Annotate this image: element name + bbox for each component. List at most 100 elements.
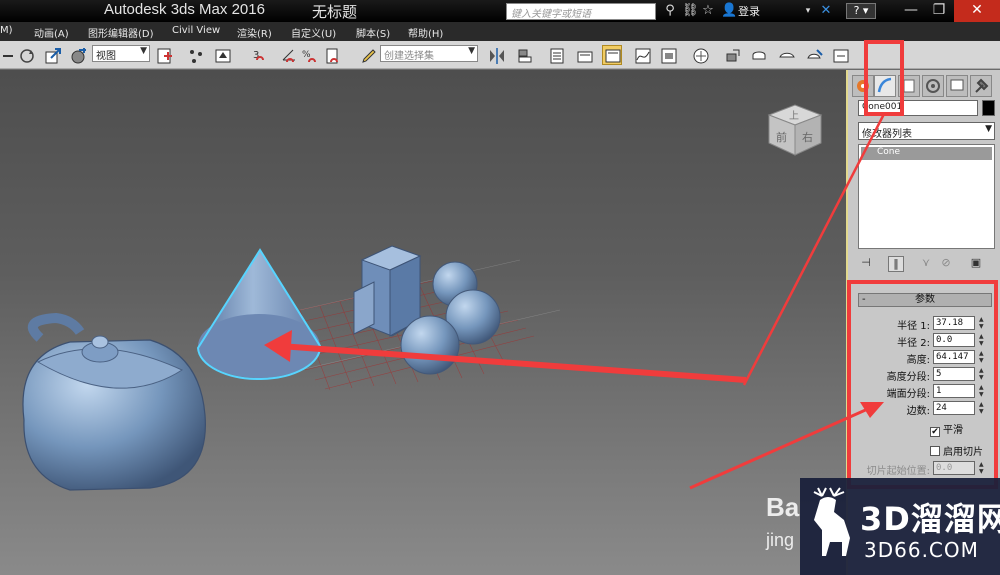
motion-tab[interactable]: [922, 75, 944, 97]
height-spinner[interactable]: ▲ ▼: [979, 350, 987, 364]
stack-item-cone[interactable]: Cone: [861, 147, 992, 160]
sides-field[interactable]: 24: [933, 401, 975, 415]
height-segments-row: 高度分段: 5 ▲ ▼: [854, 367, 994, 383]
exchange-icon[interactable]: ✕: [818, 3, 834, 19]
object-name-field[interactable]: Cone001: [858, 100, 978, 116]
select-manipulate-icon[interactable]: [185, 45, 205, 65]
perspective-viewport[interactable]: 上 前 右: [0, 70, 846, 575]
rotate-icon[interactable]: [16, 45, 36, 65]
angle-snap-icon[interactable]: [278, 45, 298, 65]
radius1-spinner[interactable]: ▲ ▼: [979, 316, 987, 330]
named-selection-set-dropdown[interactable]: 创建选择集 ▼: [380, 45, 478, 62]
object-color-swatch[interactable]: [982, 100, 995, 116]
smooth-check-box[interactable]: ✔: [930, 427, 940, 437]
teapot-object[interactable]: [22, 312, 206, 491]
view-coordinate-dropdown[interactable]: 视图 ▼: [92, 45, 150, 62]
search-input[interactable]: 键入关键字或短语: [506, 3, 656, 20]
utilities-tab[interactable]: [970, 75, 992, 97]
title-bar: Autodesk 3ds Max 2016 无标题 键入关键字或短语 ⚲ ⛓ ☆…: [0, 0, 1000, 22]
remove-modifier-icon[interactable]: ⊘: [938, 256, 954, 272]
menu-item-rendering[interactable]: 渲染(R): [237, 25, 272, 40]
render-iterative-icon[interactable]: [804, 45, 824, 65]
keyboard-shortcut-icon[interactable]: [212, 45, 232, 65]
dropdown-arrow-icon[interactable]: ▾: [800, 3, 816, 19]
motion-icon: [926, 79, 940, 93]
menu-item-modifiers[interactable]: M): [0, 25, 13, 36]
cap-segments-row: 端面分段: 1 ▲ ▼: [854, 384, 994, 400]
sphere-object[interactable]: [400, 315, 460, 375]
cap-segments-spinner[interactable]: ▲ ▼: [979, 384, 987, 398]
sign-in-button[interactable]: 登录: [738, 3, 760, 19]
slice-on-label: 启用切片: [943, 447, 983, 458]
menu-item-help[interactable]: 帮助(H): [408, 25, 443, 40]
radius2-field[interactable]: 0.0: [933, 333, 975, 347]
help-button[interactable]: ? ▾: [846, 3, 876, 19]
cap-segments-label: 端面分段:: [886, 389, 930, 400]
reference-coordinate-icon[interactable]: [68, 45, 88, 65]
display-icon: [950, 79, 964, 91]
hierarchy-tab[interactable]: [898, 75, 920, 97]
slice-from-field[interactable]: 0.0: [933, 461, 975, 475]
height-field[interactable]: 64.147: [933, 350, 975, 364]
menu-item-civil-view[interactable]: Civil View: [172, 25, 220, 36]
pivot-center-icon[interactable]: [154, 45, 174, 65]
configure-sets-icon[interactable]: ▣: [968, 256, 984, 272]
show-end-result-icon[interactable]: ‖: [888, 256, 904, 272]
scene-explorer-icon[interactable]: [602, 45, 622, 65]
display-tab[interactable]: [946, 75, 968, 97]
edit-named-selection-icon[interactable]: [358, 45, 378, 65]
mirror-icon[interactable]: [486, 45, 506, 65]
minimize-button[interactable]: —: [896, 0, 926, 22]
communication-icon[interactable]: ⛓: [682, 3, 699, 19]
star-icon[interactable]: ☆: [700, 3, 716, 19]
user-icon[interactable]: 👤: [721, 3, 737, 19]
height-segments-spinner[interactable]: ▲ ▼: [979, 367, 987, 381]
collapse-icon: -: [862, 294, 866, 305]
align-icon[interactable]: [514, 45, 534, 65]
height-segments-field[interactable]: 5: [933, 367, 975, 381]
snaps-toggle-icon[interactable]: 3: [250, 45, 270, 65]
render-setup-icon[interactable]: [722, 45, 742, 65]
menu-bar: M) 动画(A) 图形编辑器(D) Civil View 渲染(R) 自定义(U…: [0, 22, 1000, 41]
box-object[interactable]: [353, 245, 422, 337]
curve-editor-icon[interactable]: [632, 45, 652, 65]
modifier-stack[interactable]: Cone: [858, 144, 995, 249]
render-production-icon[interactable]: [776, 45, 796, 65]
parameters-rollout-header[interactable]: - 参数: [858, 293, 992, 307]
search-placeholder: 键入关键字或短语: [511, 9, 591, 20]
cap-segments-field[interactable]: 1: [933, 384, 975, 398]
menu-item-customize[interactable]: 自定义(U): [291, 25, 336, 40]
binoculars-icon[interactable]: ⚲: [662, 3, 678, 19]
menu-item-graph-editors[interactable]: 图形编辑器(D): [88, 25, 154, 40]
schematic-view-icon[interactable]: [658, 45, 678, 65]
sides-spinner[interactable]: ▲ ▼: [979, 401, 987, 415]
radius1-field[interactable]: 37.18: [933, 316, 975, 330]
modifier-list-dropdown[interactable]: 修改器列表 ▼: [858, 122, 995, 140]
restore-button[interactable]: ❐: [924, 0, 954, 22]
spinner-snap-icon[interactable]: [322, 45, 342, 65]
menu-item-scripting[interactable]: 脚本(S): [356, 25, 390, 40]
smooth-checkbox[interactable]: ✔ 平滑: [930, 421, 963, 437]
height-label: 高度:: [906, 355, 930, 366]
close-button[interactable]: ✕: [954, 0, 1000, 22]
layer-explorer-icon[interactable]: [546, 45, 566, 65]
toggle-ribbon-icon[interactable]: [574, 45, 594, 65]
sides-row: 边数: 24 ▲ ▼: [854, 401, 994, 417]
modifier-list-label: 修改器列表: [862, 129, 912, 140]
material-editor-icon[interactable]: [690, 45, 710, 65]
modify-tab[interactable]: [874, 75, 896, 97]
rendered-frame-icon[interactable]: [748, 45, 768, 65]
scale-icon[interactable]: [42, 45, 62, 65]
slice-on-checkbox[interactable]: 启用切片: [930, 443, 983, 458]
viewport-scene: [22, 245, 561, 491]
a360-render-icon[interactable]: [830, 45, 850, 65]
pin-stack-icon[interactable]: ⊣: [858, 256, 874, 272]
radius2-spinner[interactable]: ▲ ▼: [979, 333, 987, 347]
slice-check-box[interactable]: [930, 446, 940, 456]
viewcube[interactable]: 上 前 右: [763, 97, 825, 163]
create-tab[interactable]: [852, 75, 874, 97]
menu-item-animation[interactable]: 动画(A): [34, 25, 69, 40]
percent-snap-icon[interactable]: %: [300, 45, 320, 65]
slice-from-spinner[interactable]: ▲ ▼: [979, 461, 987, 475]
make-unique-icon[interactable]: ⋎: [918, 256, 934, 272]
